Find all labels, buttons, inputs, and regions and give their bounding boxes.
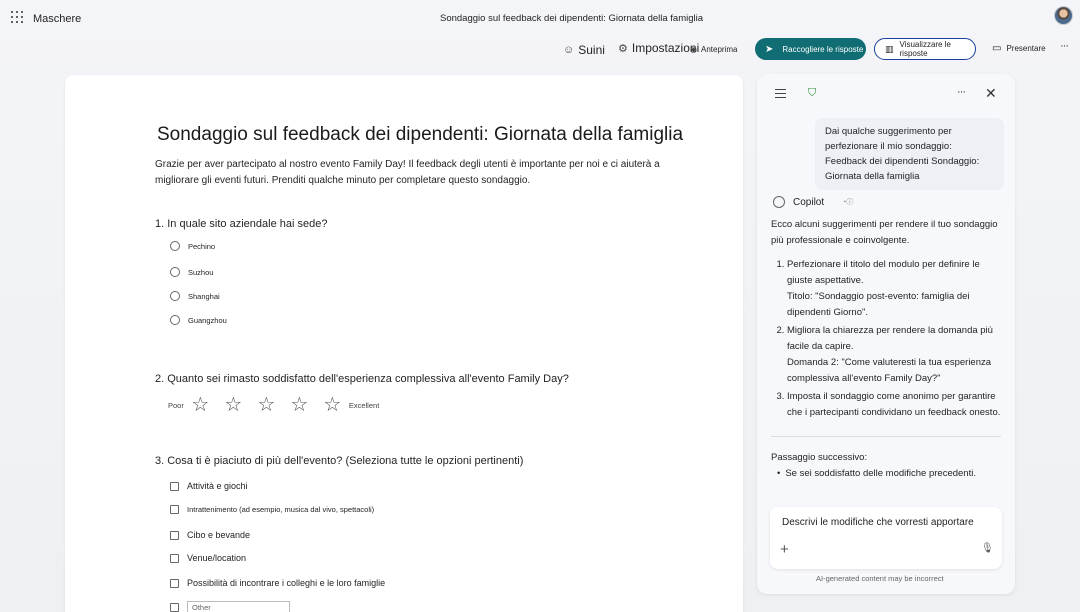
- document-title[interactable]: Sondaggio sul feedback dei dipendenti: G…: [440, 13, 703, 24]
- next-step-item: Se sei soddisfatto delle modifiche prece…: [785, 466, 1003, 482]
- suggestion-list: Perfezionare il titolo del modulo per de…: [771, 257, 1003, 421]
- suggestion-item: Migliora la chiarezza per rendere la dom…: [787, 323, 1003, 387]
- q1-option-4[interactable]: Guangzhou: [170, 315, 227, 325]
- shield-icon[interactable]: ⛉: [808, 87, 816, 100]
- copilot-response: Ecco alcuni suggerimenti per rendere il …: [771, 217, 1003, 423]
- monitor-icon: ▭: [992, 43, 1002, 54]
- next-step: Passaggio successivo: Se sei soddisfatto…: [771, 450, 1003, 482]
- top-bar: Maschere Sondaggio sul feedback dei dipe…: [0, 0, 1080, 38]
- star-rating: Poor ☆ ☆ ☆ ☆ ☆ Excellent: [168, 395, 379, 415]
- copilot-logo-icon: [773, 196, 785, 208]
- prompt-box[interactable]: Descrivi le modifiche che vorresti appor…: [770, 507, 1002, 569]
- q1-option-2[interactable]: Suzhou: [170, 267, 213, 277]
- star-icon[interactable]: ☆: [217, 395, 250, 415]
- info-icon[interactable]: ◔ⓘ: [842, 197, 853, 207]
- prompt-input[interactable]: Descrivi le modifiche che vorresti appor…: [782, 517, 974, 528]
- form-description[interactable]: Grazie per aver partecipato al nostro ev…: [155, 157, 695, 189]
- copilot-panel: ⛉ ··· ✕ Dai qualche suggerimento per per…: [757, 74, 1015, 594]
- suggestion-item: Perfezionare il titolo del modulo per de…: [787, 257, 1003, 321]
- chart-icon: ▥: [885, 43, 894, 54]
- checkbox[interactable]: [170, 481, 179, 491]
- question-3-title[interactable]: 3. Cosa ti è piaciuto di più dell'evento…: [155, 455, 523, 467]
- q1-option-1[interactable]: Pechino: [170, 241, 215, 251]
- checkbox[interactable]: [170, 603, 179, 612]
- user-avatar[interactable]: [1054, 6, 1073, 25]
- radio-button[interactable]: [170, 267, 180, 277]
- copilot-header: Copilot ◔ⓘ: [773, 196, 853, 208]
- checkbox[interactable]: [170, 530, 179, 540]
- q1-option-3[interactable]: Shanghai: [170, 291, 220, 301]
- q3-option-1[interactable]: Attività e giochi: [170, 481, 248, 491]
- q3-option-other[interactable]: Other: [170, 601, 290, 612]
- radio-button[interactable]: [170, 291, 180, 301]
- form-title[interactable]: Sondaggio sul feedback dei dipendenti: G…: [157, 124, 683, 146]
- star-icon[interactable]: ☆: [250, 395, 283, 415]
- checkbox[interactable]: [170, 505, 179, 514]
- add-icon[interactable]: +: [780, 541, 789, 558]
- suini-button[interactable]: ☺ Suini: [563, 43, 605, 57]
- radio-button[interactable]: [170, 241, 180, 251]
- theme-icon: ☺: [563, 44, 575, 56]
- divider: [771, 436, 1001, 437]
- preview-button[interactable]: ◉ Anteprima: [690, 45, 737, 54]
- q3-option-3[interactable]: Cibo e bevande: [170, 530, 250, 540]
- star-icon[interactable]: ☆: [316, 395, 349, 415]
- radio-button[interactable]: [170, 315, 180, 325]
- eye-icon: ◉: [690, 45, 697, 54]
- send-icon: ➤: [765, 43, 774, 55]
- star-icon[interactable]: ☆: [184, 395, 217, 415]
- question-2-title[interactable]: 2. Quanto sei rimasto soddisfatto dell'e…: [155, 373, 569, 385]
- gear-icon: ⚙: [618, 42, 628, 55]
- ai-disclaimer: AI-generated content may be incorrect: [816, 574, 944, 583]
- user-message: Dai qualche suggerimento per perfezionar…: [815, 118, 1004, 190]
- collect-responses-button[interactable]: ➤ Raccogliere le risposte: [755, 38, 866, 60]
- question-1-title[interactable]: 1. In quale sito aziendale hai sede?: [155, 218, 327, 230]
- response-intro: Ecco alcuni suggerimenti per rendere il …: [771, 219, 998, 246]
- checkbox[interactable]: [170, 553, 179, 563]
- app-name[interactable]: Maschere: [33, 13, 81, 25]
- menu-icon[interactable]: [775, 89, 786, 101]
- rating-low-label: Poor: [168, 400, 184, 410]
- rating-high-label: Excellent: [348, 400, 380, 410]
- checkbox[interactable]: [170, 578, 179, 588]
- view-responses-button[interactable]: ▥ Visualizzare le risposte: [874, 38, 976, 60]
- close-icon[interactable]: ✕: [985, 85, 997, 102]
- settings-button[interactable]: ⚙ Impostazioni: [618, 41, 699, 55]
- suggestion-item: Imposta il sondaggio come anonimo per ga…: [787, 389, 1003, 421]
- star-icon[interactable]: ☆: [283, 395, 316, 415]
- microphone-icon[interactable]: 🎙: [981, 543, 994, 554]
- present-button[interactable]: ▭ Presentare: [992, 43, 1046, 54]
- more-options-icon[interactable]: ···: [957, 86, 966, 98]
- more-options-icon[interactable]: ···: [1060, 40, 1069, 52]
- form-canvas: Sondaggio sul feedback dei dipendenti: G…: [65, 75, 743, 612]
- app-launcher-icon[interactable]: [11, 11, 23, 23]
- q3-option-2[interactable]: Intrattenimento (ad esempio, musica dal …: [170, 505, 374, 514]
- copilot-name: Copilot: [793, 196, 825, 208]
- q3-option-4[interactable]: Venue/location: [170, 553, 246, 563]
- other-input[interactable]: Other: [187, 601, 290, 612]
- q3-option-5[interactable]: Possibilità di incontrare i colleghi e l…: [170, 578, 385, 588]
